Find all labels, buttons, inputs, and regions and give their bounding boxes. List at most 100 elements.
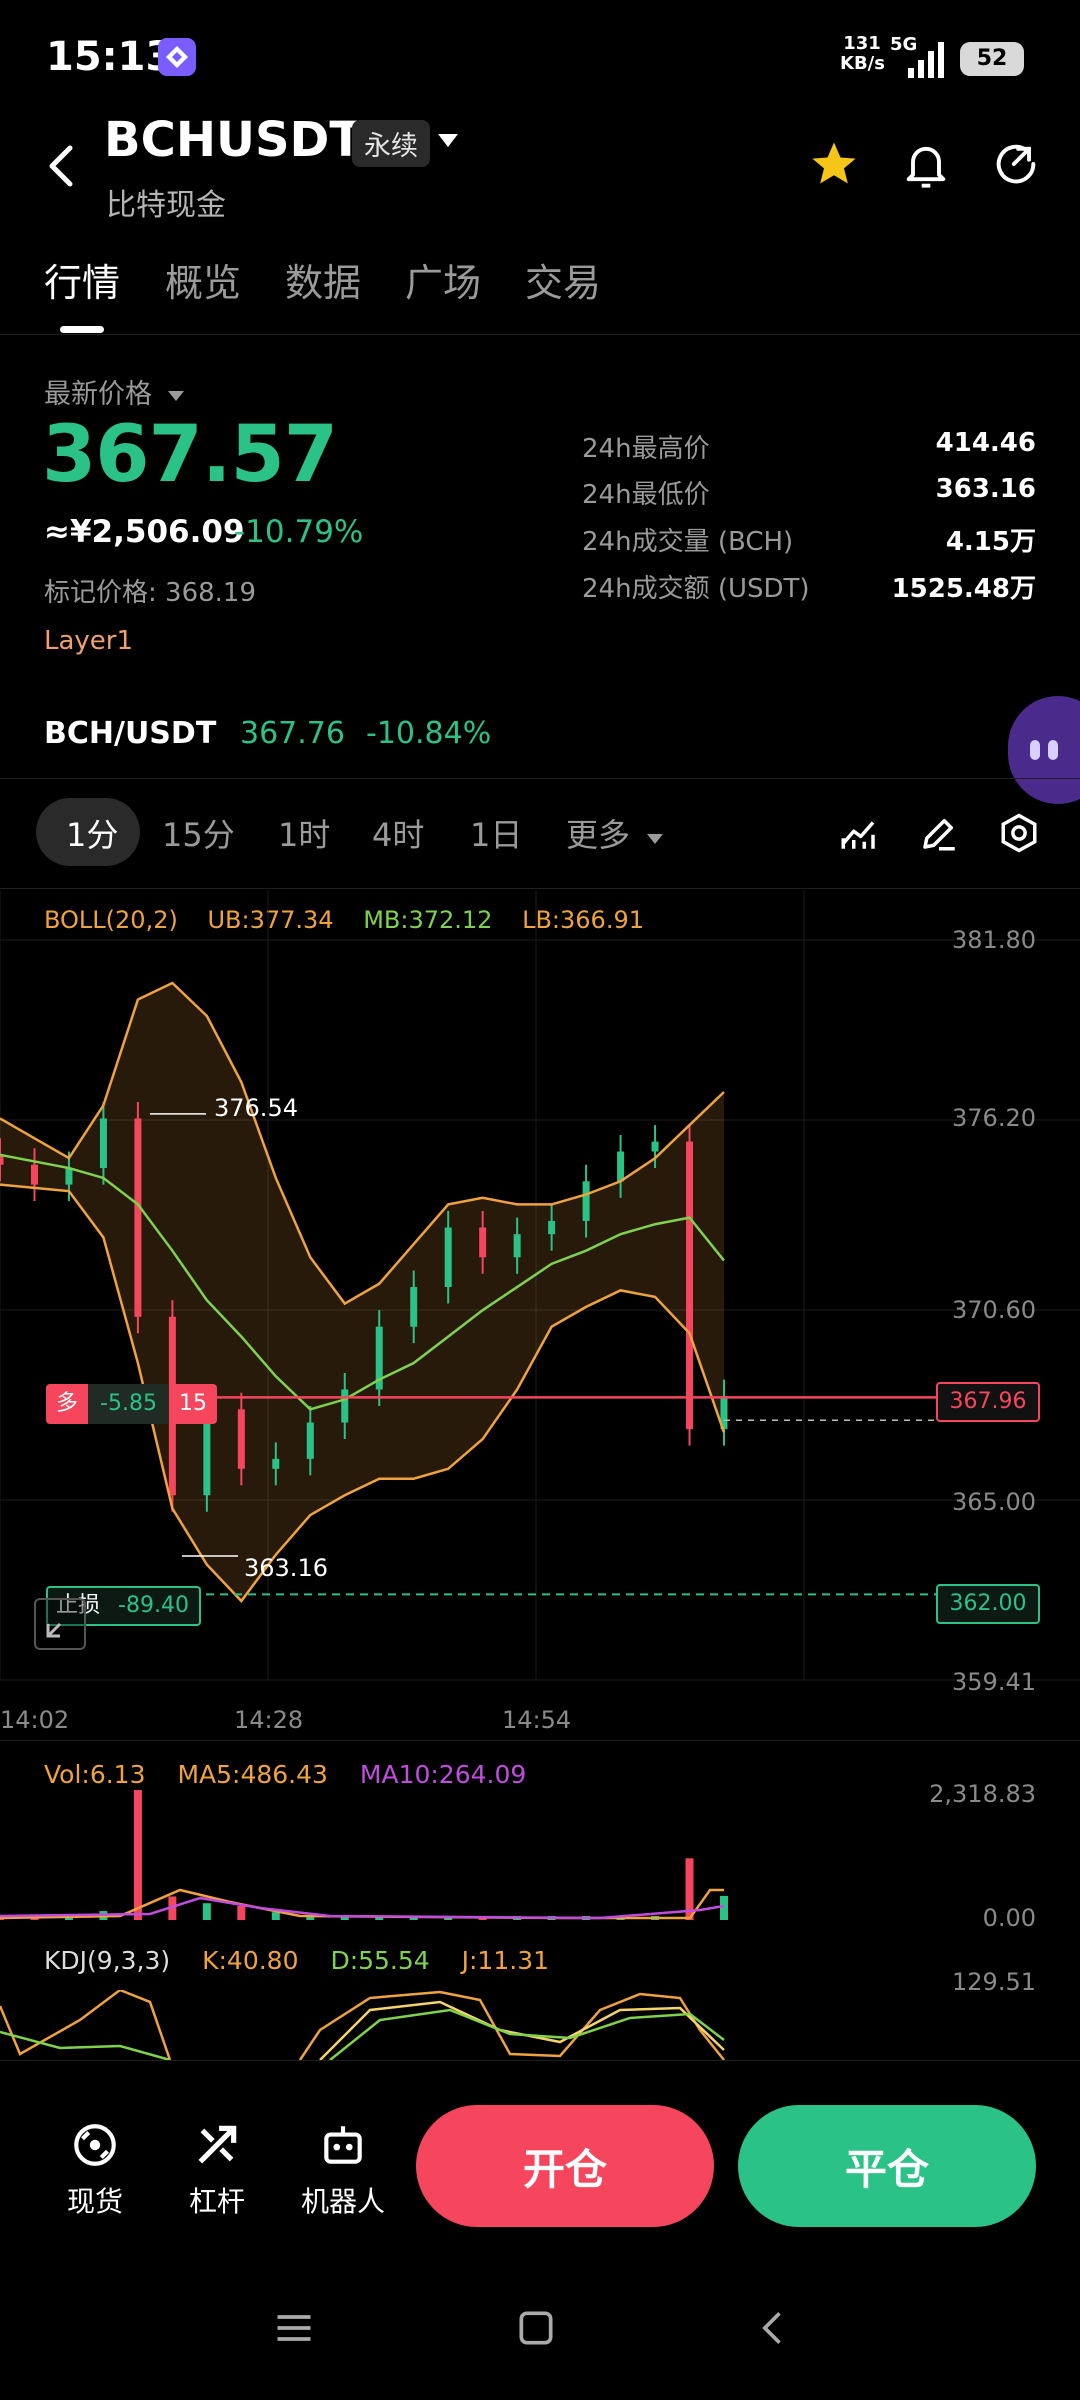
close-position-button[interactable]: 平仓 [738,2105,1036,2227]
low-annotation: 363.16 [244,1554,328,1582]
battery-icon: 52 [960,42,1024,76]
candle [582,1181,590,1221]
nav-back-icon[interactable] [752,2306,796,2354]
stat-label: 24h最高价 [582,434,710,464]
position-side: 多 [46,1384,89,1424]
stat-value: 363.16 [935,474,1036,504]
timeframe-15m[interactable]: 15分 [162,810,235,856]
tab-market[interactable]: 行情 [44,252,120,307]
kdj-k-line [319,2000,725,2060]
status-bar: 15:13 131 KB/s 5G 52 [0,0,1080,120]
symbol-dropdown-icon[interactable] [436,132,460,154]
stat-value: 414.46 [935,428,1036,458]
price-axis-label: 359.41 [952,1668,1036,1696]
candle [686,1141,694,1430]
last-price: 367.57 [42,410,338,500]
symbol-title[interactable]: BCHUSDT [104,112,362,168]
spot-change: -10.84% [366,716,492,751]
expand-chart-icon[interactable] [34,1598,86,1650]
kdj-chart [0,1990,725,2060]
candle [479,1227,487,1258]
candle [99,1118,107,1169]
position-tag[interactable]: 多 -5.85 15 [46,1384,217,1424]
position-price-tag: 367.96 [936,1382,1040,1422]
candle [513,1234,521,1258]
indicator-icon[interactable] [838,812,880,858]
timeframe-1d[interactable]: 1日 [470,810,522,856]
section-divider [0,888,1080,889]
kdj-label: KDJ(9,3,3) [44,1946,171,1975]
volume-bar [133,1790,142,1920]
kdj-k: K:40.80 [202,1946,299,1975]
stop-loss-price-tag: 362.00 [936,1584,1040,1624]
back-button[interactable] [40,138,84,194]
nav-menu-icon[interactable] [272,2306,316,2354]
candle [341,1389,349,1423]
sector-tag[interactable]: Layer1 [44,626,133,656]
price-axis-label: 376.20 [952,1104,1036,1132]
star-icon[interactable] [808,138,860,194]
price-axis-label: 381.80 [952,926,1036,954]
spot-pair[interactable]: BCH/USDT [44,716,216,751]
time-axis-label: 14:28 [234,1706,304,1734]
stat-label: 24h成交额 (USDT) [582,574,810,604]
volume-ma10-line [0,1896,725,1920]
tab-divider [0,334,1080,335]
candle [272,1458,280,1469]
candle [651,1141,659,1152]
spot-price: 367.76 [240,716,345,751]
contract-type-badge[interactable]: 永续 [352,120,430,167]
tool-spot[interactable]: 现货 [40,2120,150,2220]
timeframe-4h[interactable]: 4时 [372,810,424,856]
app-notification-icon [158,38,196,76]
candle [30,1164,38,1185]
draw-tool-icon[interactable] [918,812,960,858]
candle [548,1220,556,1235]
tool-bot[interactable]: 机器人 [288,2120,398,2220]
nav-home-icon[interactable] [514,2306,558,2354]
bell-icon[interactable] [900,138,952,194]
candle [65,1168,73,1185]
high-annotation: 376.54 [214,1094,298,1122]
kdj-j-line [0,1990,172,2060]
kdj-j-line [298,1990,725,2060]
caret-down-icon [167,391,184,401]
bottom-divider [0,2060,1080,2061]
timeframe-more[interactable]: 更多 [566,810,664,856]
tool-margin[interactable]: 杠杆 [162,2120,272,2220]
price-axis-label: 370.60 [952,1296,1036,1324]
candle [237,1409,245,1469]
volume-bar [202,1903,211,1920]
margin-icon [198,2125,237,2164]
position-leverage: 15 [168,1384,217,1424]
candle [444,1227,452,1288]
time-axis-label: 14:54 [502,1706,572,1734]
tab-data[interactable]: 数据 [285,252,361,307]
kdj-d: D:55.54 [330,1946,430,1975]
latest-price-label[interactable]: 最新价格 [44,372,185,411]
caret-down-icon [647,834,664,844]
kdj-legend: KDJ(9,3,3) K:40.80 D:55.54 J:11.31 [44,1946,549,1975]
floating-assistant-button[interactable] [1008,696,1080,804]
share-icon[interactable] [990,138,1042,194]
timeframe-1m[interactable]: 1分 [66,810,118,856]
tab-trade[interactable]: 交易 [525,252,601,307]
chart-settings-icon[interactable] [998,812,1040,858]
section-divider [0,1740,1080,1741]
stat-label: 24h最低价 [582,480,710,510]
mark-price: 标记价格: 368.19 [44,578,256,608]
open-position-button[interactable]: 开仓 [416,2105,714,2227]
timeframe-1h[interactable]: 1时 [278,810,330,856]
volume-chart [0,1790,728,1920]
candle [306,1422,314,1459]
tab-square[interactable]: 广场 [405,252,481,307]
volume-bar [237,1905,246,1920]
section-divider [0,778,1080,779]
candle [617,1151,625,1182]
symbol-subtitle: 比特现金 [106,188,226,223]
tab-overview[interactable]: 概览 [165,252,241,307]
tab-active-indicator [60,326,104,333]
candle [410,1287,418,1327]
price-axis-label: 365.00 [952,1488,1036,1516]
kdj-j: J:11.31 [461,1946,550,1975]
